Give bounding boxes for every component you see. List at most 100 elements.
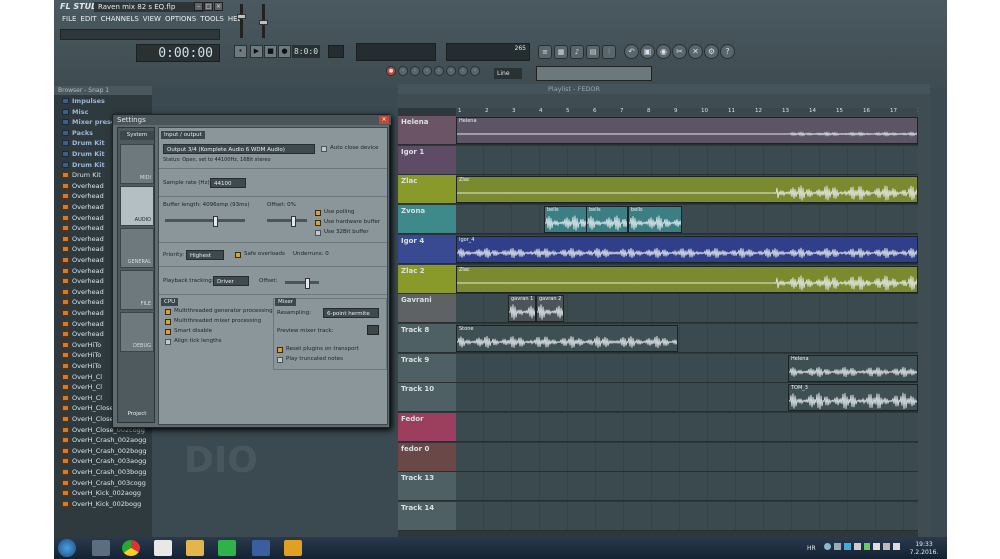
tracking-offset-slider[interactable] xyxy=(285,278,319,289)
tab-general[interactable]: GENERAL xyxy=(120,228,154,268)
play-button[interactable]: ▶ xyxy=(250,45,263,58)
tab-file[interactable]: FILE xyxy=(120,270,154,310)
browser-icon[interactable]: ▤ xyxy=(586,45,600,59)
scroll-icon[interactable]: ◦ xyxy=(458,66,468,76)
audio-clip[interactable]: Stone xyxy=(456,324,678,352)
metronome-icon[interactable]: ● xyxy=(386,66,396,76)
multilink-icon[interactable]: ◦ xyxy=(470,66,480,76)
playback-tracking-select[interactable]: Driver xyxy=(213,276,249,286)
menu-view[interactable]: VIEW xyxy=(143,15,161,26)
explorer-app-icon[interactable] xyxy=(92,540,110,556)
track-header[interactable]: Track 9 xyxy=(398,353,456,383)
tools-icon[interactable]: ✂ xyxy=(672,44,687,59)
maximize-icon[interactable]: □ xyxy=(204,2,213,11)
track-lane[interactable] xyxy=(456,502,918,532)
audio-clip[interactable]: bells xyxy=(586,206,628,234)
audio-clip[interactable]: Helena xyxy=(788,354,918,382)
step-sequencer-icon[interactable]: ▦ xyxy=(554,45,568,59)
master-volume-slider[interactable] xyxy=(240,4,243,38)
save-icon[interactable]: ▣ xyxy=(640,44,655,59)
loop-icon[interactable]: ◦ xyxy=(446,66,456,76)
paint-app-icon[interactable] xyxy=(252,540,270,556)
browser-folder[interactable]: Impulses xyxy=(56,96,150,106)
offset-slider[interactable] xyxy=(267,216,307,227)
menu-edit[interactable]: EDIT xyxy=(80,15,96,26)
track-header[interactable]: Gavrani xyxy=(398,294,456,324)
cut-icon[interactable]: ✕ xyxy=(688,44,703,59)
track-header[interactable]: Igor 4 xyxy=(398,234,456,264)
playlist-icon[interactable]: ≡ xyxy=(538,45,552,59)
track-lane[interactable] xyxy=(456,145,918,175)
audio-clip[interactable]: Zlac xyxy=(456,176,918,204)
track-header[interactable]: Track 10 xyxy=(398,383,456,413)
priority-select[interactable]: Highest xyxy=(186,250,224,260)
folder-app-icon[interactable] xyxy=(186,540,204,556)
tray-icon[interactable] xyxy=(843,543,851,550)
audio-clip[interactable]: TOM_3 xyxy=(788,384,918,412)
preview-track-selector[interactable] xyxy=(367,325,379,335)
track-header[interactable]: Track 14 xyxy=(398,502,456,532)
browser-file[interactable]: OverH_Crash_002bogg xyxy=(56,446,150,456)
use-polling-checkbox[interactable] xyxy=(315,210,321,216)
menu-file[interactable]: FILE xyxy=(62,15,76,26)
utorrent-app-icon[interactable] xyxy=(218,540,236,556)
track-header[interactable]: Track 13 xyxy=(398,472,456,502)
safe-overloads-checkbox[interactable] xyxy=(235,252,241,258)
track-header[interactable]: fedor 0 xyxy=(398,442,456,472)
countdown-icon[interactable]: ◦ xyxy=(410,66,420,76)
sample-rate-select[interactable]: 44100 xyxy=(210,178,246,188)
tab-system[interactable]: System xyxy=(120,131,154,140)
tab-debug[interactable]: DEBUG xyxy=(120,312,154,352)
step-edit-icon[interactable]: ◦ xyxy=(422,66,432,76)
reset-plugins-checkbox[interactable] xyxy=(277,347,283,353)
cpu-option-checkbox-4[interactable] xyxy=(165,339,171,345)
tab-midi[interactable]: MIDI xyxy=(120,144,154,184)
close-icon[interactable]: × xyxy=(214,2,223,11)
flag-icon[interactable] xyxy=(873,543,881,550)
tab-audio[interactable]: AUDIO xyxy=(120,186,154,226)
minimize-icon[interactable]: – xyxy=(194,2,203,11)
settings-gear-icon[interactable]: ⚙ xyxy=(704,44,719,59)
tray-icon[interactable] xyxy=(853,543,861,550)
language-indicator[interactable]: HR xyxy=(807,545,817,553)
browser-file[interactable]: OverH_Crash_002aogg xyxy=(56,435,150,445)
track-lane[interactable] xyxy=(456,442,918,472)
menu-channels[interactable]: CHANNELS xyxy=(101,15,139,26)
close-icon[interactable]: × xyxy=(379,116,389,124)
pattern-song-toggle[interactable]: • xyxy=(234,45,247,58)
track-header[interactable]: Fedor xyxy=(398,413,456,442)
tray-icon[interactable] xyxy=(863,543,871,550)
browser-file[interactable]: OverH_Crash_003aogg xyxy=(56,456,150,466)
piano-roll-icon[interactable]: ♪ xyxy=(570,45,584,59)
audio-clip[interactable]: bells xyxy=(544,206,588,234)
master-volume-handle[interactable] xyxy=(237,14,246,19)
apps-grid-icon[interactable] xyxy=(154,540,172,556)
audio-clip[interactable]: Helena xyxy=(456,117,918,144)
browser-file[interactable]: OverH_Crash_003cogg xyxy=(56,478,150,488)
tray-icon[interactable] xyxy=(833,543,841,550)
auto-close-checkbox[interactable] xyxy=(321,146,327,152)
audio-clip[interactable]: bells xyxy=(628,206,682,234)
track-header[interactable]: Igor 1 xyxy=(398,145,456,175)
start-button-icon[interactable] xyxy=(58,539,76,557)
menu-tools[interactable]: TOOLS xyxy=(200,15,224,26)
mixer-icon[interactable]: ⫶ xyxy=(602,45,616,59)
audio-clip[interactable]: gavran 2 xyxy=(536,295,564,323)
browser-file[interactable]: OverH_Crash_003bogg xyxy=(56,467,150,477)
snap-select[interactable]: Line xyxy=(494,68,522,79)
taskbar-clock[interactable]: 19:33 7.2.2016. xyxy=(904,541,944,557)
buffer-length-slider[interactable] xyxy=(165,216,245,227)
volume-icon[interactable] xyxy=(893,543,900,550)
track-lane[interactable] xyxy=(456,413,918,442)
resampling-select[interactable]: 6-point hermite xyxy=(323,308,379,318)
timeline-ruler[interactable]: 123456789101112131415161718 xyxy=(456,108,924,116)
tray-icon[interactable] xyxy=(824,543,831,550)
play-truncated-checkbox[interactable] xyxy=(277,357,283,363)
track-header[interactable]: Zlac xyxy=(398,175,456,205)
undo-icon[interactable]: ↶ xyxy=(624,44,639,59)
tab-project[interactable]: Project xyxy=(120,410,154,419)
wait-icon[interactable]: ◦ xyxy=(398,66,408,76)
fl-studio-app-icon[interactable] xyxy=(284,540,302,556)
song-time-display[interactable]: 0:00:00 xyxy=(136,44,220,62)
menu-options[interactable]: OPTIONS xyxy=(165,15,196,26)
